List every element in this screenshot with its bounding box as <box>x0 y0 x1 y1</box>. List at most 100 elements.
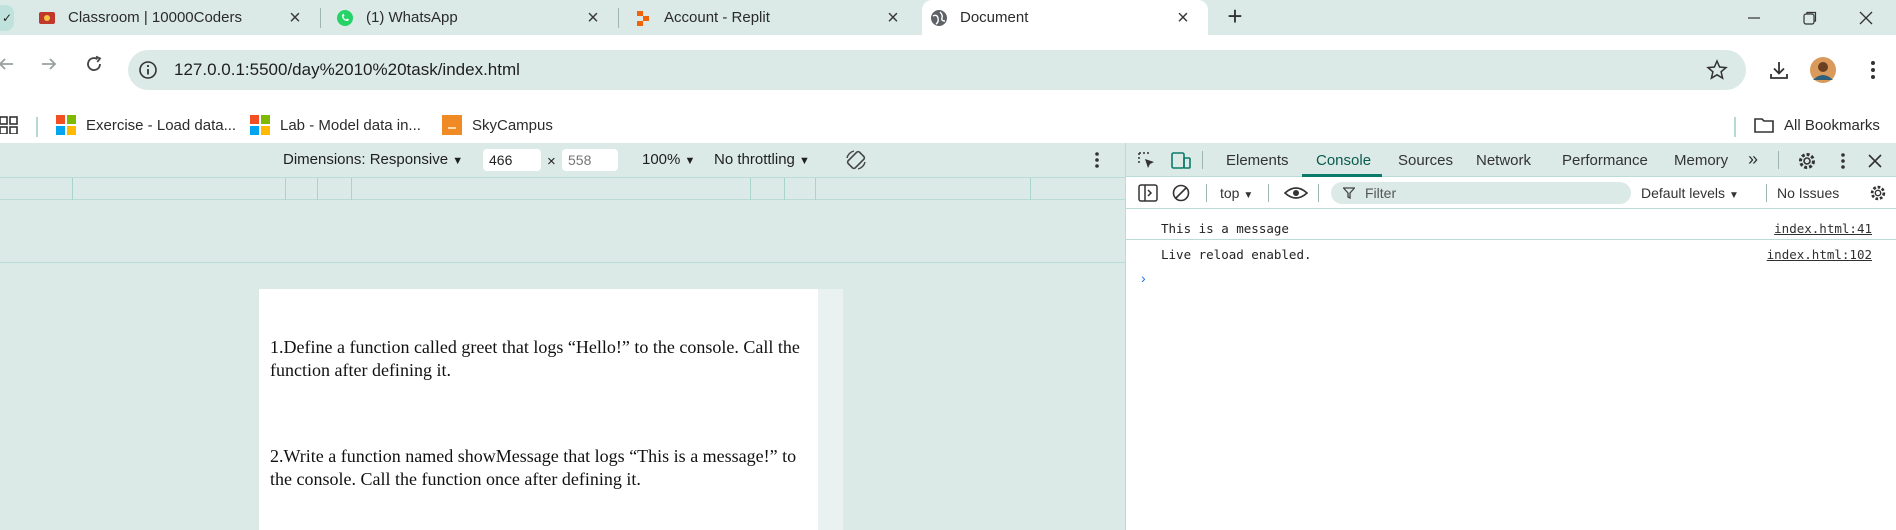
reload-icon <box>87 55 102 71</box>
close-icon[interactable]: × <box>884 7 902 29</box>
log-source-link[interactable]: index.html:41 <box>1774 221 1872 236</box>
tab-strip: ✓ Classroom | 10000Coders × (1) WhatsApp… <box>0 0 1896 35</box>
download-icon <box>1770 62 1788 79</box>
bookmark-divider <box>36 117 38 137</box>
zoom-label: 100% <box>642 151 681 168</box>
back-button[interactable] <box>0 50 20 78</box>
tab-performance[interactable]: Performance <box>1562 152 1648 169</box>
url-text[interactable]: 127.0.0.1:5500/day%2010%20task/index.htm… <box>174 60 520 80</box>
profile-avatar[interactable] <box>1808 55 1838 85</box>
tab-divider <box>618 8 619 28</box>
filter-input[interactable]: Filter <box>1331 182 1631 204</box>
close-icon[interactable]: × <box>1174 7 1192 29</box>
close-icon[interactable]: × <box>286 7 304 29</box>
ruler-tick <box>317 178 318 200</box>
tab-network[interactable]: Network <box>1476 152 1531 169</box>
sidebar-toggle-icon[interactable] <box>1138 184 1158 202</box>
more-tabs-icon[interactable]: » <box>1748 149 1758 170</box>
skycampus-icon <box>442 115 462 135</box>
rotate-icon[interactable] <box>845 149 867 171</box>
all-bookmarks-button[interactable]: All Bookmarks <box>1754 107 1880 143</box>
close-icon <box>1859 11 1873 24</box>
tab-classroom[interactable]: Classroom | 10000Coders × <box>38 0 318 35</box>
tab-console[interactable]: Console <box>1316 152 1371 169</box>
download-button[interactable] <box>1764 55 1794 85</box>
inspect-element-icon[interactable] <box>1136 150 1158 172</box>
minimize-button[interactable] <box>1730 0 1778 35</box>
devtools-panel: Elements Console Sources Network Perform… <box>1125 143 1896 530</box>
dropdown-arrow-icon: ▼ <box>1243 190 1254 201</box>
more-vertical-icon <box>1871 61 1875 79</box>
reload-button[interactable] <box>80 50 108 78</box>
site-info-icon[interactable] <box>138 60 158 80</box>
clear-console-icon[interactable] <box>1172 184 1190 202</box>
settings-gear-icon[interactable] <box>1796 150 1818 172</box>
toolbar-divider <box>1202 151 1203 169</box>
all-bookmarks-label: All Bookmarks <box>1784 116 1880 134</box>
log-source-link[interactable]: index.html:102 <box>1767 247 1872 262</box>
issues-counter[interactable]: No Issues <box>1777 185 1839 201</box>
height-input[interactable] <box>562 149 618 171</box>
bookmarks-bar: Exercise - Load data... Lab - Model data… <box>0 107 1896 143</box>
ruler-tick <box>351 178 352 200</box>
apps-button[interactable] <box>0 107 18 143</box>
classroom-icon <box>38 9 56 27</box>
device-toggle-icon[interactable] <box>1170 150 1192 172</box>
restore-icon <box>1803 11 1817 25</box>
devtools-tabbar: Elements Console Sources Network Perform… <box>1126 143 1896 177</box>
filter-icon <box>1343 187 1355 199</box>
tab-document[interactable]: Document × <box>922 0 1208 35</box>
close-icon[interactable]: × <box>584 7 602 29</box>
close-window-button[interactable] <box>1842 0 1890 35</box>
back-arrow-icon <box>0 58 13 70</box>
new-tab-button[interactable]: + <box>1222 3 1248 30</box>
ruler-tick <box>815 178 816 200</box>
toolbar-divider <box>1318 184 1319 202</box>
close-devtools-icon[interactable] <box>1864 150 1886 172</box>
address-bar[interactable]: 127.0.0.1:5500/day%2010%20task/index.htm… <box>128 50 1746 90</box>
bookmark-exercise[interactable]: Exercise - Load data... <box>56 107 236 143</box>
tab-replit[interactable]: Account - Replit × <box>634 0 916 35</box>
bookmark-label: Lab - Model data in... <box>280 116 421 134</box>
page-scrollbar[interactable] <box>818 289 843 530</box>
log-message: This is a message <box>1161 221 1289 236</box>
responsive-viewport: 1.Define a function called greet that lo… <box>0 263 1125 530</box>
throttling-label: No throttling <box>714 151 795 168</box>
restore-button[interactable] <box>1786 0 1834 35</box>
zoom-dropdown[interactable]: 100% ▼ <box>642 151 695 168</box>
context-selector[interactable]: top ▼ <box>1220 185 1253 201</box>
bookmark-label: Exercise - Load data... <box>86 116 237 134</box>
more-vertical-icon[interactable] <box>1832 150 1854 172</box>
minimize-icon <box>1748 16 1760 19</box>
tab-elements[interactable]: Elements <box>1226 152 1289 169</box>
tab-title: Document <box>960 9 1029 26</box>
media-query-ruler <box>0 177 1125 200</box>
ruler-tick <box>285 178 286 200</box>
forward-button[interactable] <box>35 50 63 78</box>
tab-divider <box>320 8 321 28</box>
dropdown-arrow-icon: ▼ <box>799 155 810 167</box>
tab-whatsapp[interactable]: (1) WhatsApp × <box>336 0 616 35</box>
browser-toolbar: 127.0.0.1:5500/day%2010%20task/index.htm… <box>0 35 1896 107</box>
bookmark-star-icon[interactable] <box>1706 59 1728 81</box>
throttling-dropdown[interactable]: No throttling ▼ <box>714 151 810 168</box>
folder-icon <box>1754 118 1774 133</box>
eye-icon[interactable] <box>1284 186 1308 200</box>
tab-title: (1) WhatsApp <box>366 9 458 26</box>
task-paragraph-1: 1.Define a function called greet that lo… <box>270 337 800 380</box>
tab-search-button[interactable]: ✓ <box>0 5 14 31</box>
browser-menu-button[interactable] <box>1858 55 1888 85</box>
tab-sources[interactable]: Sources <box>1398 152 1453 169</box>
bookmark-skycampus[interactable]: SkyCampus <box>442 107 553 143</box>
bookmark-divider <box>1734 117 1736 137</box>
bookmark-lab[interactable]: Lab - Model data in... <box>250 107 421 143</box>
log-levels-dropdown[interactable]: Default levels ▼ <box>1641 185 1739 201</box>
console-settings-icon[interactable] <box>1869 184 1887 202</box>
console-prompt[interactable]: › <box>1141 270 1146 286</box>
more-vertical-icon[interactable] <box>1094 151 1100 169</box>
dimensions-dropdown[interactable]: Dimensions: Responsive ▼ <box>283 151 463 168</box>
globe-icon <box>930 9 948 27</box>
tab-memory[interactable]: Memory <box>1674 152 1728 169</box>
microsoft-icon <box>250 115 270 135</box>
width-input[interactable] <box>483 149 541 171</box>
